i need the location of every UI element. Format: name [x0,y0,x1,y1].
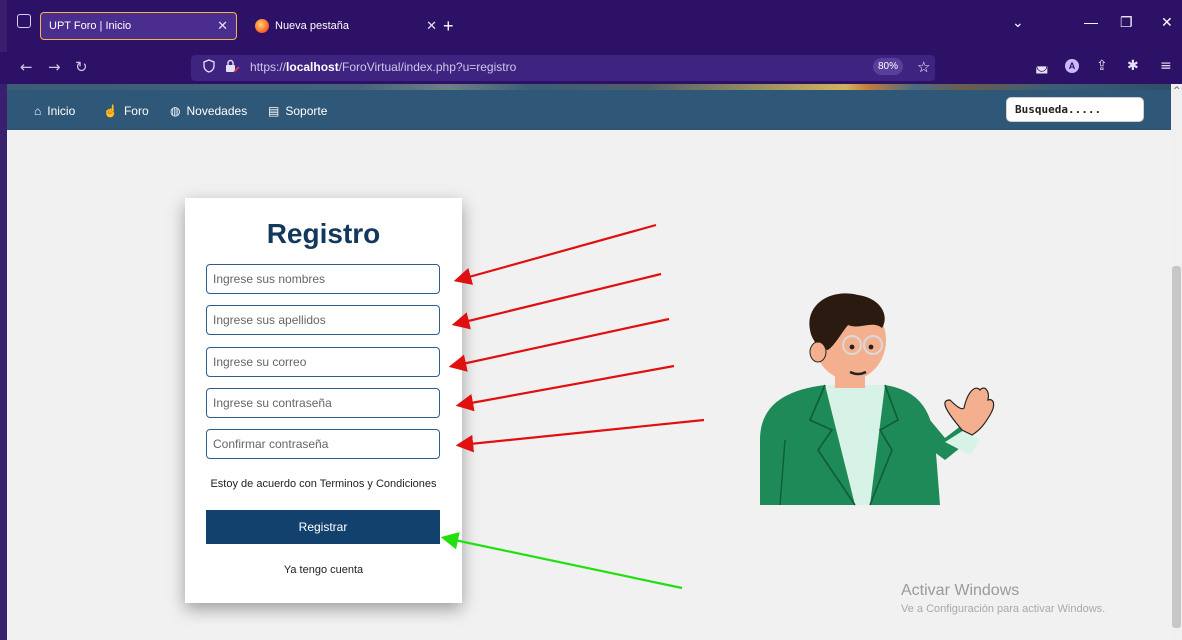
nav-item-novedades[interactable]: ◍ Novedades [170,104,247,118]
register-card: Registro Estoy de acuerdo con Terminos y… [185,198,462,603]
url-text[interactable]: https://localhost/ForoVirtual/index.php?… [250,60,516,74]
shield-icon[interactable] [203,59,215,73]
share-icon[interactable]: ⇪ [1096,58,1108,74]
forward-icon[interactable]: → [48,58,61,76]
close-tab-icon[interactable]: ✕ [217,18,228,34]
login-link[interactable]: Ya tengo cuenta [185,564,462,576]
window-frame [0,0,7,640]
nav-item-foro[interactable]: ☝ Foro [103,104,149,118]
account-avatar[interactable]: A [1065,59,1079,73]
red-arrow [448,317,670,372]
globe-icon: ◍ [170,104,181,118]
firefox-icon [255,19,269,33]
extension-icon[interactable]: ✱ [1127,58,1139,74]
waving-person-illustration [760,293,995,506]
page-title: Registro [266,218,381,249]
red-arrow [455,364,675,412]
red-arrow [453,223,657,285]
nav-label: Novedades [186,104,248,118]
register-button[interactable]: Registrar [206,510,440,544]
nav-item-inicio[interactable]: ⌂ Inicio [34,104,75,118]
bookmark-star-icon[interactable]: ☆ [917,58,930,76]
terms-link[interactable]: Estoy de acuerdo con Terminos y Condicio… [185,478,462,490]
home-icon: ⌂ [34,104,42,118]
green-arrow [440,532,683,590]
nav-label: Inicio [47,104,76,118]
last-name-field[interactable] [206,305,440,335]
hand-icon: ☝ [103,104,118,118]
confirm-password-field[interactable] [206,429,440,459]
email-field[interactable] [206,347,440,377]
password-field[interactable] [206,388,440,418]
new-tab-icon[interactable]: + [443,16,454,37]
red-arrow [455,418,705,453]
back-icon[interactable]: ← [20,58,33,76]
first-name-field[interactable] [206,264,440,294]
tab-title: Nueva pestaña [275,20,349,32]
scrollbar-thumb[interactable] [1172,266,1181,628]
nav-item-soporte[interactable]: ▤ Soporte [268,104,327,118]
red-arrow [451,272,662,330]
minimize-icon[interactable]: — [1084,14,1098,30]
tab-title: UPT Foro | Inicio [49,20,132,32]
nav-label: Soporte [285,104,328,118]
restore-icon[interactable]: ❐ [1120,14,1133,31]
close-window-icon[interactable]: ✕ [1161,14,1173,31]
zoom-level-badge[interactable]: 80% [873,58,903,75]
lock-icon[interactable] [224,59,240,73]
search-input[interactable] [1006,97,1144,122]
windows-watermark-title: Activar Windows [901,582,1020,599]
browser-tab-new[interactable]: Nueva pestaña ✕ [247,12,445,40]
reload-icon[interactable]: ↻ [75,58,88,76]
nav-label: Foro [123,104,149,118]
windows-watermark-subtitle: Ve a Configuración para activar Windows. [901,603,1106,615]
menu-icon[interactable]: ≡ [1160,58,1172,74]
tabs-dropdown-icon[interactable]: ⌄ [1012,14,1024,31]
pocket-icon[interactable]: ◛ [1035,58,1049,74]
scroll-up-icon[interactable]: ^ [1173,86,1181,96]
close-tab-icon[interactable]: ✕ [426,18,437,34]
support-icon: ▤ [268,104,280,118]
browser-tab-active[interactable]: UPT Foro | Inicio ✕ [40,12,237,40]
tab-list-icon[interactable] [17,14,31,28]
